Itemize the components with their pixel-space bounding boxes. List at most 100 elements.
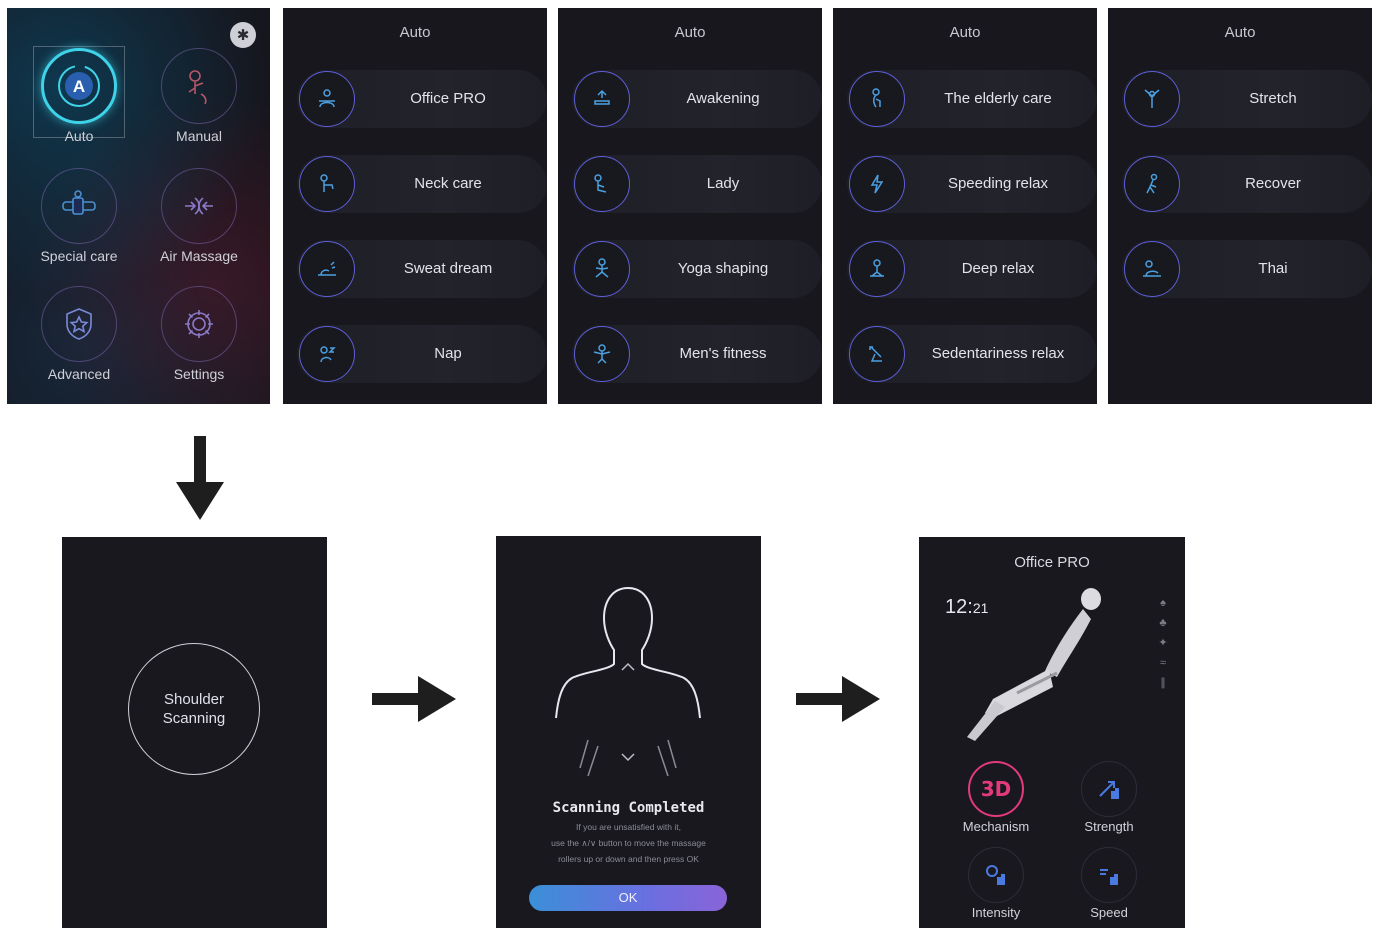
page-title: Auto (949, 24, 981, 41)
program-label: Neck care (414, 175, 482, 192)
program-running-screen: Office PRO 12:21 ♠ ♣ ✦ ≈ ∥ 3D Mechanism … (919, 537, 1185, 928)
program-label: Thai (1258, 260, 1288, 277)
home-tile-manual[interactable]: Manual (139, 48, 259, 144)
program-nap[interactable]: Nap (297, 325, 547, 383)
yoga-icon (574, 241, 630, 297)
awakening-icon (574, 71, 630, 127)
program-label: Awakening (686, 90, 760, 107)
scan-completed-screen: Scanning Completed If you are unsatisfie… (496, 536, 761, 928)
page-title: Auto (674, 24, 706, 41)
air-massage-icon (161, 168, 237, 244)
scan-hint-3: rollers up or down and then press OK (558, 854, 699, 864)
recover-icon (1124, 156, 1180, 212)
manual-hand-icon (161, 48, 237, 124)
auto-icon: A (41, 48, 117, 124)
auto-list-page-1: Auto Office PRO Neck care Sweat dream Na… (283, 8, 547, 404)
lady-icon (574, 156, 630, 212)
auto-list-page-3: Auto The elderly care Speeding relax Dee… (833, 8, 1097, 404)
special-care-icon (41, 168, 117, 244)
program-label: Sedentariness relax (931, 345, 1065, 362)
home-tile-label: Manual (176, 128, 222, 144)
right-arrow-icon (796, 676, 880, 722)
speed-control[interactable]: Speed (1064, 847, 1154, 920)
program-yoga-shaping[interactable]: Yoga shaping (572, 240, 822, 298)
strength-control[interactable]: Strength (1064, 761, 1154, 834)
program-label: Speeding relax (947, 175, 1049, 192)
home-tile-advanced[interactable]: Advanced (19, 286, 139, 382)
program-thai[interactable]: Thai (1122, 240, 1372, 298)
mechanism-control[interactable]: 3D Mechanism (951, 761, 1041, 834)
neck-care-icon (299, 156, 355, 212)
program-label: Deep relax (961, 260, 1035, 277)
shoulder-massage-icon: ♣ (1159, 617, 1167, 629)
office-person-icon (299, 71, 355, 127)
control-label: Intensity (971, 905, 1021, 920)
bluetooth-icon[interactable]: ✱ (230, 22, 256, 48)
page-title: Auto (1224, 24, 1256, 41)
program-label: Lady (706, 175, 740, 192)
program-label: Nap (434, 345, 462, 362)
program-stretch[interactable]: Stretch (1122, 70, 1372, 128)
foot-massage-icon: ∥ (1160, 677, 1166, 689)
scan-line-1: Shoulder (163, 691, 225, 708)
program-label: Recover (1245, 175, 1301, 192)
nap-icon (299, 326, 355, 382)
up-chevron-icon (621, 662, 635, 671)
ok-button[interactable]: OK (529, 885, 727, 911)
program-elderly-care[interactable]: The elderly care (847, 70, 1097, 128)
intensity-control[interactable]: Intensity (951, 847, 1041, 920)
program-deep-relax[interactable]: Deep relax (847, 240, 1097, 298)
arm-massage-icon: ✦ (1158, 637, 1168, 649)
program-speeding-relax[interactable]: Speeding relax (847, 155, 1097, 213)
scan-line-2: Scanning (162, 710, 226, 727)
gear-icon (161, 286, 237, 362)
auto-list-page-4: Auto Stretch Recover Thai (1108, 8, 1372, 404)
program-label: Sweat dream (403, 260, 493, 277)
down-arrow-icon (176, 436, 224, 520)
home-tile-label: Settings (173, 366, 225, 382)
program-label: The elderly care (944, 90, 1052, 107)
sedentariness-relax-icon (849, 326, 905, 382)
program-recover[interactable]: Recover (1122, 155, 1372, 213)
shield-star-icon (41, 286, 117, 362)
side-indicator-column: ♠ ♣ ✦ ≈ ∥ (1155, 595, 1171, 695)
speed-icon (1081, 847, 1137, 903)
stretch-icon (1124, 71, 1180, 127)
deep-relax-icon (849, 241, 905, 297)
program-office-pro[interactable]: Office PRO (297, 70, 547, 128)
program-mens-fitness[interactable]: Men's fitness (572, 325, 822, 383)
program-sweat-dream[interactable]: Sweat dream (297, 240, 547, 298)
program-lady[interactable]: Lady (572, 155, 822, 213)
control-label: Speed (1090, 905, 1128, 920)
scanning-screen: Shoulder Scanning (62, 537, 327, 928)
fitness-icon (574, 326, 630, 382)
program-awakening[interactable]: Awakening (572, 70, 822, 128)
home-tile-air-massage[interactable]: Air Massage (139, 168, 259, 264)
home-tile-label: Air Massage (160, 248, 238, 264)
program-label: Office PRO (410, 90, 486, 107)
page-title: Auto (399, 24, 431, 41)
body-outline-icon (555, 587, 701, 777)
home-tile-settings[interactable]: Settings (139, 286, 259, 382)
down-chevron-icon (621, 753, 635, 762)
program-neck-care[interactable]: Neck care (297, 155, 547, 213)
massage-figure-icon (967, 588, 1101, 741)
home-tile-special-care[interactable]: Special care (19, 168, 139, 264)
speeding-relax-icon (849, 156, 905, 212)
svg-text:A: A (73, 77, 85, 96)
control-label: Strength (1084, 819, 1134, 834)
program-label: Yoga shaping (677, 260, 769, 277)
scan-completed-title: Scanning Completed (552, 800, 705, 816)
intensity-icon (968, 847, 1024, 903)
sweat-dream-icon (299, 241, 355, 297)
home-tile-label: Advanced (47, 366, 111, 382)
scan-hint-1: If you are unsatisfied with it, (576, 822, 681, 832)
strength-icon (1081, 761, 1137, 817)
program-sedentariness-relax[interactable]: Sedentariness relax (847, 325, 1097, 383)
home-tile-auto[interactable]: A Auto (19, 48, 139, 144)
back-massage-icon: ≈ (1159, 657, 1167, 669)
program-label: Men's fitness (679, 345, 767, 362)
auto-list-page-2: Auto Awakening Lady Yoga shaping Men's f… (558, 8, 822, 404)
scan-ring: Shoulder Scanning (128, 643, 260, 775)
home-tile-label: Auto (64, 128, 94, 144)
